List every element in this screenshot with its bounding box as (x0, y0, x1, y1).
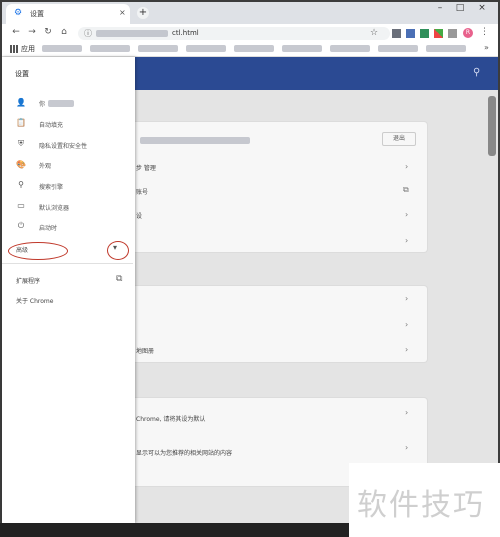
account-blurred (140, 137, 250, 144)
sign-out-button[interactable]: 退出 (382, 132, 416, 146)
gear-icon: ⚙ (14, 8, 23, 18)
bookmark-item[interactable] (186, 45, 226, 52)
bookmark-item[interactable] (90, 45, 130, 52)
bookmark-item[interactable] (426, 45, 466, 52)
avatar[interactable]: R (463, 28, 473, 38)
settings-header (135, 57, 498, 90)
extension-icon[interactable] (392, 29, 401, 38)
extension-icon[interactable] (448, 29, 457, 38)
apps-bookmark[interactable]: 应用 (21, 44, 35, 54)
annotation-circle (107, 241, 129, 260)
drawer-item-extensions[interactable]: 扩展程序 (16, 276, 40, 285)
chevron-right-icon: › (405, 294, 409, 303)
tab-settings[interactable]: ⚙ 设置 × (6, 4, 130, 24)
drawer-title: 设置 (15, 70, 29, 78)
autofill-card (115, 286, 427, 362)
google-account-row-label[interactable]: 账号 (136, 187, 148, 196)
chevron-right-icon: › (405, 408, 409, 417)
username-blurred (48, 100, 74, 107)
addresses-row-label[interactable]: 地图册 (136, 346, 154, 355)
extension-icon[interactable] (420, 29, 429, 38)
chevron-right-icon: › (405, 345, 409, 354)
chevron-right-icon: › (405, 210, 409, 219)
drawer-item-on-startup[interactable]: 启动时 (39, 223, 57, 232)
drawer-item-autofill[interactable]: 自动填充 (39, 120, 63, 129)
watermark: 软件技巧 (357, 488, 485, 523)
drawer-item-you[interactable]: 你 (39, 99, 45, 108)
close-window-button[interactable]: × (474, 3, 490, 13)
chevron-right-icon: › (405, 443, 409, 452)
new-tab-button[interactable]: + (137, 7, 149, 19)
browser-icon: ▭ (17, 201, 25, 210)
bookmark-item[interactable] (330, 45, 370, 52)
drawer-item-appearance[interactable]: 外观 (39, 161, 51, 170)
search-icon: ⚲ (18, 180, 24, 189)
drawer-item-default-browser[interactable]: 默认浏览器 (39, 203, 69, 212)
tab-title: 设置 (30, 10, 44, 18)
bookmark-star-icon[interactable]: ☆ (370, 28, 378, 38)
back-icon[interactable]: ← (10, 27, 22, 37)
drawer-item-search-engine[interactable]: 搜索引擎 (39, 182, 63, 191)
search-icon[interactable]: ⚲ (473, 67, 480, 78)
reload-icon[interactable]: ↻ (42, 27, 54, 37)
chevron-right-icon: › (405, 320, 409, 329)
minimize-button[interactable]: – (432, 3, 448, 13)
tab-close-icon[interactable]: × (119, 8, 126, 17)
scrollbar[interactable] (488, 96, 496, 156)
url-blurred (96, 30, 168, 37)
palette-icon: 🎨 (16, 160, 26, 169)
divider (2, 263, 133, 264)
url-text: ctl.html (172, 29, 199, 37)
open-external-icon[interactable]: ⧉ (116, 274, 122, 284)
info-icon[interactable]: ⓘ (84, 28, 92, 39)
menu-icon[interactable]: ⋮ (480, 27, 489, 37)
bookmarks-overflow-icon[interactable]: » (484, 43, 489, 52)
default-browser-text: Chrome, 请将其设为默认 (136, 416, 206, 423)
sync-row-label[interactable]: 步 管理 (136, 163, 156, 172)
drawer-item-privacy[interactable]: 隐私设置和安全性 (39, 141, 87, 150)
person-icon: 👤 (16, 98, 26, 107)
bookmark-item[interactable] (42, 45, 82, 52)
shield-icon: ⛨ (18, 139, 24, 148)
forward-icon[interactable]: → (26, 27, 38, 37)
chevron-right-icon: › (405, 162, 409, 171)
extension-icon[interactable] (434, 29, 443, 38)
chevron-right-icon: › (405, 236, 409, 245)
home-icon[interactable]: ⌂ (58, 27, 70, 37)
bookmark-item[interactable] (282, 45, 322, 52)
bookmark-item[interactable] (234, 45, 274, 52)
bookmark-item[interactable] (138, 45, 178, 52)
apps-icon[interactable] (10, 45, 18, 53)
clipboard-icon: 📋 (16, 118, 26, 127)
annotation-circle (8, 242, 68, 260)
power-icon: ⏻ (17, 221, 25, 230)
maximize-button[interactable]: □ (452, 3, 468, 13)
open-external-icon: ⧉ (403, 185, 409, 194)
customize-row-label[interactable]: 设 (136, 211, 142, 220)
drawer-item-about-chrome[interactable]: 关于 Chrome (16, 296, 53, 305)
bookmark-item[interactable] (378, 45, 418, 52)
related-sites-text: 显示可以为您推荐的相关网站的内容 (136, 450, 233, 457)
extension-icon[interactable] (406, 29, 415, 38)
